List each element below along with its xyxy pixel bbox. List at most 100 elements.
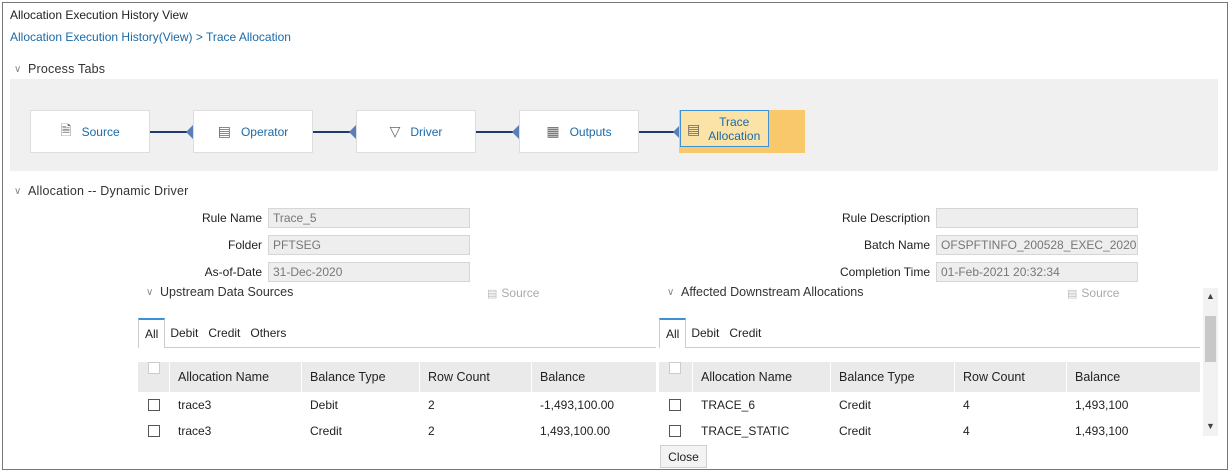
chevron-down-icon: ∨	[14, 185, 22, 197]
step-trace-label-line1: Trace	[719, 114, 750, 129]
table-row[interactable]: TRACE_STATIC Credit 4 1,493,100	[659, 420, 1200, 441]
rule-name-label: Rule Name	[201, 211, 262, 225]
rule-name-field[interactable]: Trace_5	[268, 208, 470, 228]
step-operator-label: Operator	[240, 124, 289, 139]
cell-row-count: 4	[963, 423, 970, 438]
row-checkbox[interactable]	[669, 398, 681, 411]
row-checkbox[interactable]	[148, 398, 160, 411]
table-row[interactable]: TRACE_6 Credit 4 1,493,100	[659, 394, 1200, 415]
connector-arrow	[186, 125, 193, 139]
chevron-down-icon: ∨	[146, 286, 154, 298]
tab-all[interactable]: All	[659, 317, 687, 348]
upstream-source-link[interactable]: ▤ Source	[487, 286, 539, 300]
step-outputs[interactable]: ▦ Outputs	[519, 110, 639, 153]
breadcrumb[interactable]: Allocation Execution History(View) > Tra…	[10, 30, 291, 44]
scroll-up-arrow-icon[interactable]: ▲	[1203, 290, 1218, 302]
cell-balance: 1,493,100	[1075, 397, 1129, 412]
row-checkbox[interactable]	[148, 424, 160, 437]
upstream-header[interactable]: ∨ Upstream Data Sources	[146, 285, 293, 299]
column-header[interactable]: Balance	[1067, 362, 1200, 392]
upstream-table-header: Allocation Name Balance Type Row Count B…	[138, 362, 656, 392]
cell-balance-type: Credit	[310, 423, 343, 438]
cell-allocation-name: trace3	[178, 423, 212, 438]
page-title: Allocation Execution History View	[10, 8, 188, 22]
downstream-tabs: All Debit Credit	[659, 317, 1200, 348]
step-driver-label: Driver	[410, 124, 443, 139]
select-all-cell	[659, 362, 693, 392]
source-icon: ▤	[1067, 287, 1078, 300]
as-of-date-field[interactable]: 31-Dec-2020	[268, 262, 470, 282]
filter-icon: ▽	[389, 123, 401, 139]
table-row[interactable]: trace3 Debit 2 -1,493,100.00	[138, 394, 656, 415]
select-all-checkbox[interactable]	[669, 362, 681, 374]
scroll-down-arrow-icon[interactable]: ▼	[1203, 420, 1218, 432]
folder-label: Folder	[227, 238, 262, 252]
table-row[interactable]: trace3 Credit 2 1,493,100.00	[138, 420, 656, 441]
cell-balance-type: Debit	[310, 397, 339, 412]
cell-balance-type: Credit	[839, 423, 872, 438]
batch-name-field[interactable]: OFSPFTINFO_200528_EXEC_20201231_	[936, 235, 1138, 255]
upstream-source-label: Source	[501, 286, 540, 300]
column-header[interactable]: Balance Type	[831, 362, 955, 392]
column-header[interactable]: Balance Type	[302, 362, 420, 392]
document-add-icon: 🗎	[60, 121, 72, 138]
connector-arrow	[512, 125, 519, 139]
folder-field[interactable]: PFTSEG	[268, 235, 470, 255]
step-driver[interactable]: ▽ Driver	[356, 110, 476, 153]
cell-balance: -1,493,100.00	[540, 397, 615, 412]
select-all-cell	[138, 362, 170, 392]
close-button[interactable]: Close	[660, 445, 707, 468]
tab-others[interactable]: Others	[245, 318, 291, 348]
cell-row-count: 2	[428, 397, 435, 412]
hierarchy-icon: ▤	[687, 120, 701, 137]
cell-row-count: 4	[963, 397, 970, 412]
downstream-table-header: Allocation Name Balance Type Row Count B…	[659, 362, 1200, 392]
column-header[interactable]: Allocation Name	[693, 362, 831, 392]
downstream-source-link[interactable]: ▤ Source	[1067, 286, 1119, 300]
chevron-down-icon: ∨	[14, 63, 22, 75]
process-tabs-header[interactable]: ∨ Process Tabs	[14, 62, 105, 76]
downstream-header[interactable]: ∨ Affected Downstream Allocations	[667, 285, 864, 299]
as-of-date-label: As-of-Date	[204, 265, 262, 279]
rule-description-label: Rule Description	[841, 211, 930, 225]
column-header[interactable]: Allocation Name	[170, 362, 302, 392]
completion-time-label: Completion Time	[839, 265, 930, 279]
step-source-label: Source	[81, 124, 120, 139]
column-header[interactable]: Row Count	[955, 362, 1067, 392]
tab-debit[interactable]: Debit	[686, 318, 724, 348]
cell-balance: 1,493,100	[1075, 423, 1129, 438]
step-operator[interactable]: ▤ Operator	[193, 110, 313, 153]
cell-balance-type: Credit	[839, 397, 872, 412]
row-select-cell	[659, 398, 693, 411]
tab-debit[interactable]: Debit	[165, 318, 203, 348]
chevron-down-icon: ∨	[667, 286, 675, 298]
tab-credit[interactable]: Credit	[203, 318, 245, 348]
tab-credit[interactable]: Credit	[724, 318, 766, 348]
allocation-details-label: Allocation -- Dynamic Driver	[28, 184, 189, 198]
select-all-checkbox[interactable]	[148, 362, 160, 374]
scrollbar-thumb[interactable]	[1205, 316, 1216, 362]
step-trace-allocation-label: Trace Allocation	[708, 115, 760, 143]
downstream-source-label: Source	[1081, 286, 1120, 300]
completion-time-field[interactable]: 01-Feb-2021 20:32:34	[936, 262, 1138, 282]
column-header[interactable]: Balance	[532, 362, 656, 392]
vertical-scrollbar[interactable]	[1203, 288, 1218, 436]
cell-row-count: 2	[428, 423, 435, 438]
row-checkbox[interactable]	[669, 424, 681, 437]
step-trace-allocation[interactable]: ▤ Trace Allocation	[680, 110, 769, 147]
step-source[interactable]: 🗎 Source	[30, 110, 150, 153]
cell-balance: 1,493,100.00	[540, 423, 611, 438]
rule-description-field[interactable]	[936, 208, 1138, 228]
process-tabs-label: Process Tabs	[28, 62, 106, 76]
column-header[interactable]: Row Count	[420, 362, 532, 392]
step-outputs-label: Outputs	[569, 124, 612, 139]
cell-allocation-name: trace3	[178, 397, 212, 412]
table-output-icon: ▦	[546, 123, 560, 139]
cell-allocation-name: TRACE_STATIC	[701, 423, 790, 438]
upstream-header-label: Upstream Data Sources	[160, 285, 294, 299]
connector-arrow	[349, 125, 356, 139]
allocation-details-header[interactable]: ∨ Allocation -- Dynamic Driver	[14, 184, 189, 198]
tab-all[interactable]: All	[138, 317, 166, 348]
hierarchy-icon: ▤	[217, 123, 231, 139]
batch-name-label: Batch Name	[863, 238, 930, 252]
